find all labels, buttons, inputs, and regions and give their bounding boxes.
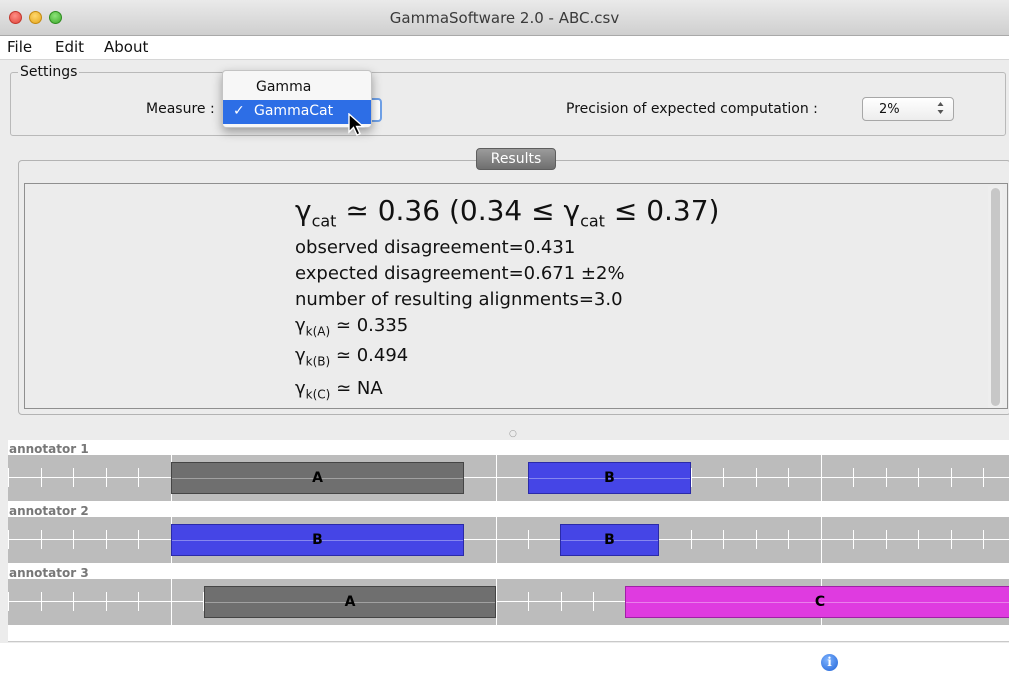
- precision-label: Precision of expected computation :: [566, 101, 818, 117]
- measure-label: Measure :: [146, 101, 215, 117]
- annotation-unit[interactable]: A: [171, 462, 464, 494]
- annotator-track: B B: [8, 517, 1009, 563]
- results-scrollbar[interactable]: [988, 186, 1002, 408]
- precision-value: 2%: [879, 102, 900, 117]
- menu-about[interactable]: About: [104, 38, 148, 56]
- settings-title: Settings: [18, 64, 80, 80]
- timeline-tick: [496, 517, 497, 563]
- annotation-unit[interactable]: A: [204, 586, 496, 618]
- timeline-tick: [496, 579, 497, 625]
- checkmark-icon: ✓: [233, 103, 245, 119]
- updown-arrows-icon: [937, 101, 944, 117]
- results-tab[interactable]: Results: [476, 148, 556, 170]
- annotator-label: annotator 2: [9, 504, 89, 518]
- gamma-k-c: γk(C) ≃ NA: [295, 378, 383, 402]
- annotator-track: A C: [8, 579, 1009, 625]
- mouse-pointer-icon: [347, 112, 367, 137]
- timeline-tick: [496, 455, 497, 501]
- status-bar: [0, 643, 1009, 677]
- menu-file[interactable]: File: [7, 38, 32, 56]
- split-pane-divider[interactable]: ○: [509, 429, 517, 439]
- window-title: GammaSoftware 2.0 - ABC.csv: [389, 9, 620, 27]
- application-window: GammaSoftware 2.0 - ABC.csv File Edit Ab…: [0, 0, 1009, 677]
- scrollbar-thumb[interactable]: [991, 188, 1000, 406]
- menu-bar: File Edit About: [0, 36, 1009, 60]
- annotator-label: annotator 3: [9, 566, 89, 580]
- gamma-k-a: γk(A) ≃ 0.335: [295, 315, 409, 339]
- annotator-track: A B: [8, 455, 1009, 501]
- annotation-unit[interactable]: B: [171, 524, 464, 556]
- timeline-tick: [821, 455, 822, 501]
- timeline-tick: [171, 579, 172, 625]
- annotation-unit[interactable]: C: [625, 586, 1009, 618]
- alignments-count: number of resulting alignments=3.0: [295, 289, 623, 310]
- timeline-tick: [821, 517, 822, 563]
- annotation-unit[interactable]: B: [528, 462, 691, 494]
- timeline-axis: [8, 477, 1009, 478]
- gamma-k-b: γk(B) ≃ 0.494: [295, 345, 409, 369]
- annotator-label: annotator 1: [9, 442, 89, 456]
- observed-disagreement: observed disagreement=0.431: [295, 237, 576, 258]
- measure-option-gamma[interactable]: Gamma: [223, 76, 371, 100]
- info-icon[interactable]: i: [821, 654, 838, 671]
- timeline-axis: [8, 539, 1009, 540]
- title-bar: GammaSoftware 2.0 - ABC.csv: [0, 0, 1009, 36]
- precision-select[interactable]: 2%: [862, 97, 954, 121]
- measure-option-label: GammaCat: [254, 103, 334, 119]
- annotation-unit[interactable]: B: [560, 524, 659, 556]
- expected-disagreement: expected disagreement=0.671 ±2%: [295, 263, 625, 284]
- gamma-cat-result: γcat ≃ 0.36 (0.34 ≤ γcat ≤ 0.37): [295, 194, 720, 231]
- menu-edit[interactable]: Edit: [55, 38, 84, 56]
